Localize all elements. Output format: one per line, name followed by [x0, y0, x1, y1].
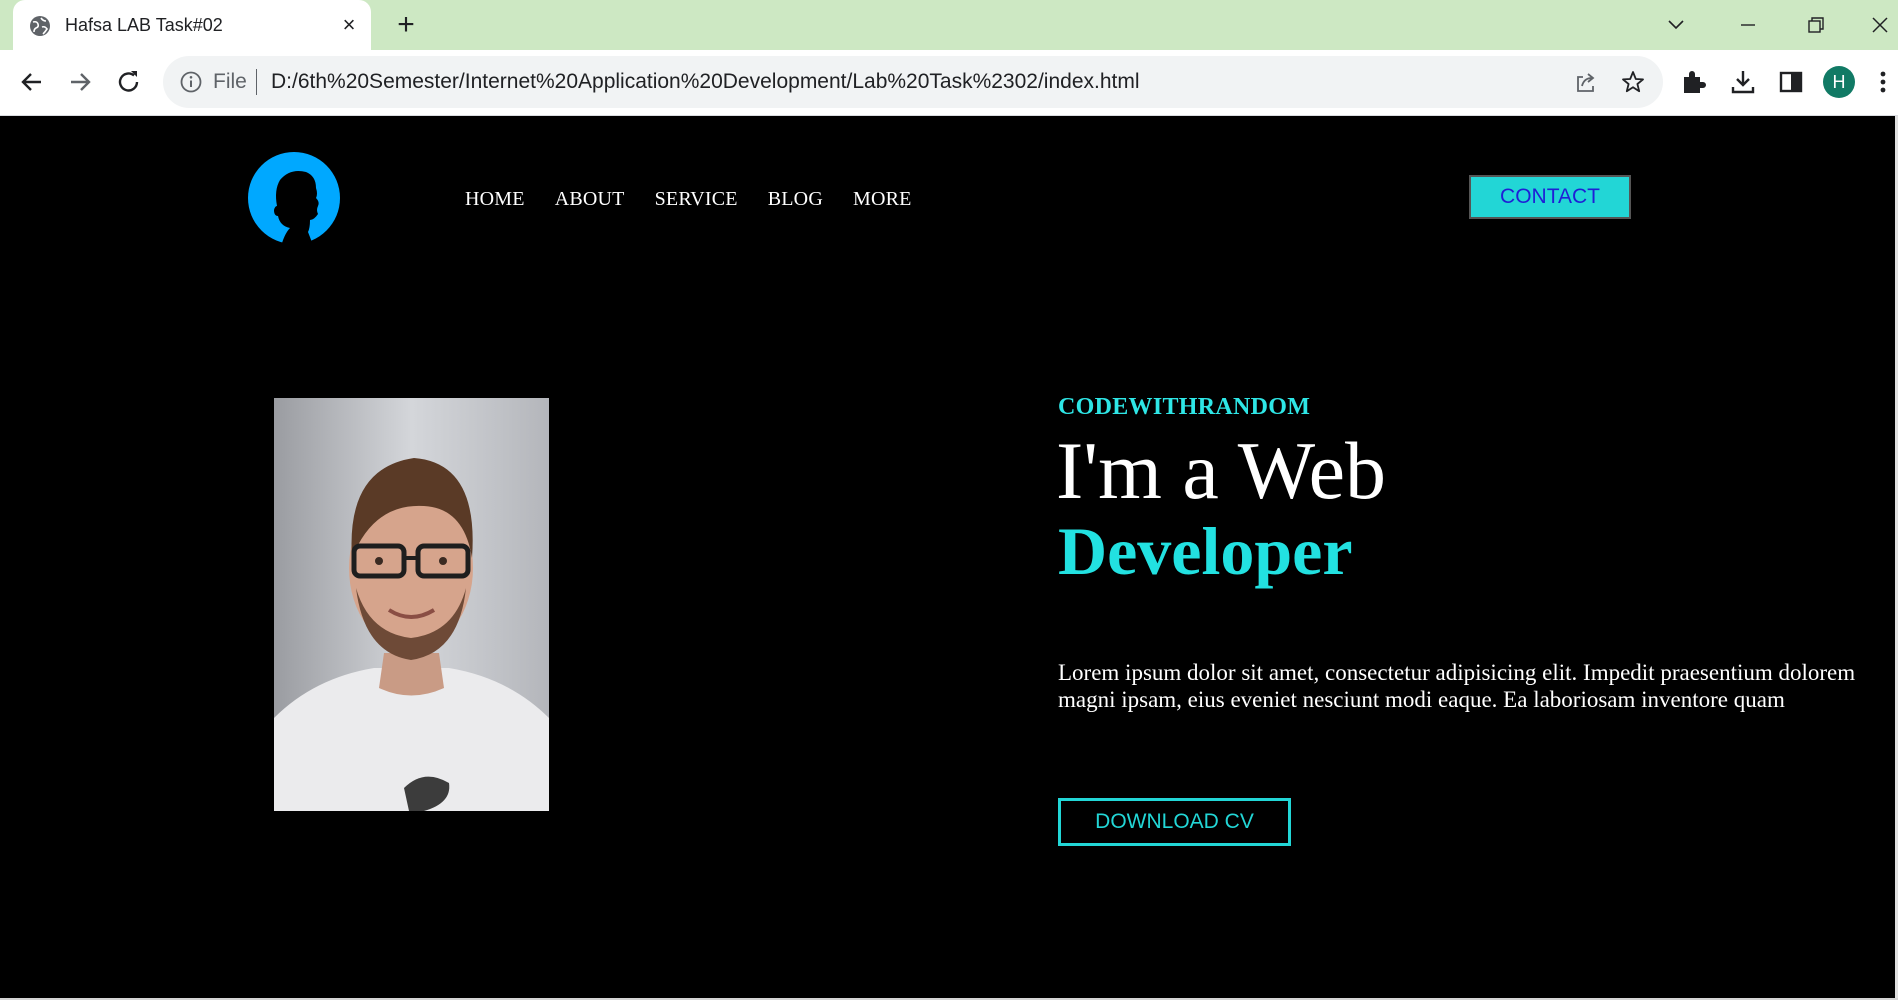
profile-avatar[interactable]: H	[1823, 66, 1855, 98]
browser-tab[interactable]: Hafsa LAB Task#02 ×	[13, 0, 371, 50]
globe-icon	[30, 16, 50, 36]
browser-toolbar: File D:/6th%20Semester/Internet%20Applic…	[0, 50, 1898, 116]
nav-link-about[interactable]: ABOUT	[555, 188, 625, 211]
chevron-down-icon[interactable]	[1661, 10, 1691, 40]
tab-title: Hafsa LAB Task#02	[65, 15, 223, 35]
main-nav: HOME ABOUT SERVICE BLOG MORE	[465, 188, 912, 211]
share-icon[interactable]	[1573, 69, 1599, 95]
address-bar[interactable]: File D:/6th%20Semester/Internet%20Applic…	[163, 56, 1663, 108]
bookmark-star-icon[interactable]	[1620, 69, 1646, 95]
reload-icon[interactable]	[112, 65, 146, 99]
hero-tagline: CODEWITHRANDOM	[1058, 394, 1311, 420]
close-tab-icon[interactable]: ×	[335, 11, 363, 39]
close-window-icon[interactable]	[1865, 10, 1895, 40]
download-cv-button[interactable]: DOWNLOAD CV	[1058, 798, 1291, 846]
omnibox-divider	[256, 69, 257, 95]
nav-link-home[interactable]: HOME	[465, 188, 525, 211]
page-viewport: HOME ABOUT SERVICE BLOG MORE CONTACT COD…	[0, 116, 1895, 998]
extensions-puzzle-icon[interactable]	[1677, 65, 1711, 99]
contact-button[interactable]: CONTACT	[1469, 175, 1631, 219]
minimize-icon[interactable]	[1733, 10, 1763, 40]
info-icon[interactable]	[179, 70, 203, 94]
nav-link-service[interactable]: SERVICE	[655, 188, 738, 211]
side-panel-icon[interactable]	[1774, 65, 1808, 99]
forward-arrow-icon[interactable]	[63, 65, 97, 99]
url-scheme-label: File	[213, 70, 247, 93]
profile-logo-icon[interactable]	[246, 150, 342, 256]
hero-description: Lorem ipsum dolor sit amet, consectetur …	[1058, 660, 1856, 712]
restore-icon[interactable]	[1801, 10, 1831, 40]
back-arrow-icon[interactable]	[15, 65, 49, 99]
url-text[interactable]: D:/6th%20Semester/Internet%20Application…	[271, 70, 1140, 94]
nav-link-more[interactable]: MORE	[853, 188, 912, 211]
tab-strip: Hafsa LAB Task#02 × +	[0, 0, 1898, 50]
hero-heading-line2: Developer	[1058, 513, 1353, 589]
download-icon[interactable]	[1726, 65, 1760, 99]
nav-link-blog[interactable]: BLOG	[768, 188, 823, 211]
developer-portrait-image	[274, 398, 549, 811]
new-tab-button[interactable]: +	[390, 9, 422, 41]
hero-heading-line1: I'm a Web	[1056, 425, 1387, 516]
menu-kebab-icon[interactable]	[1875, 67, 1891, 97]
